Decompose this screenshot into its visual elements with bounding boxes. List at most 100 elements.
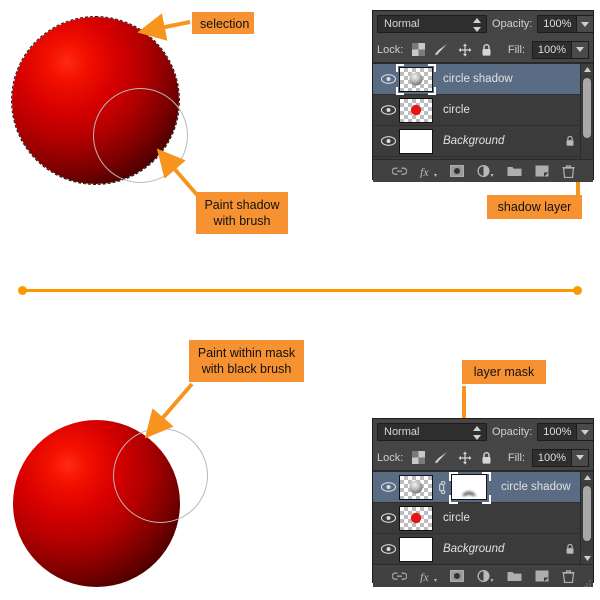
- trash-icon-bottom[interactable]: [562, 570, 575, 583]
- layers-list-bottom: circle shadow circle Background: [373, 472, 593, 564]
- callout-layer-mask: layer mask: [462, 360, 546, 384]
- tutorial-canvas: selection Paint shadow with brush shadow…: [0, 0, 600, 600]
- lock-label-top: Lock:: [377, 44, 403, 56]
- layer-name-circle-shadow-bottom: circle shadow: [501, 481, 571, 493]
- callout-shadow-layer: shadow layer: [487, 195, 582, 219]
- scroll-thumb-top[interactable]: [583, 78, 591, 138]
- eye-icon-background-bottom[interactable]: [377, 544, 399, 554]
- divider-bar: [22, 289, 578, 292]
- eye-icon-circle-bottom[interactable]: [377, 513, 399, 523]
- layer-name-circle-top: circle: [443, 104, 470, 116]
- layer-thumbnail-circle-shadow-bottom[interactable]: [399, 475, 433, 500]
- resize-grip-icon-bottom[interactable]: [584, 578, 591, 585]
- lock-fill-row-top: Lock: Fi: [373, 37, 593, 63]
- scroll-up-button-top[interactable]: [581, 64, 593, 75]
- padlock-icon-bottom[interactable]: [481, 451, 492, 465]
- brush-icon[interactable]: [434, 43, 449, 56]
- layer-row-circle-bottom[interactable]: circle: [373, 503, 593, 534]
- stepper-icon-top[interactable]: [473, 18, 481, 32]
- fill-dropdown-icon-bottom[interactable]: [572, 449, 589, 467]
- eye-icon-circle-shadow-bottom[interactable]: [377, 482, 399, 492]
- new-layer-icon-bottom[interactable]: [535, 570, 549, 582]
- callout-paint-within-mask: Paint within mask with black brush: [189, 340, 304, 382]
- layer-row-circle-shadow-bottom[interactable]: circle shadow: [373, 472, 593, 503]
- scroll-down-button-bottom[interactable]: [581, 553, 593, 564]
- brush-icon-bottom[interactable]: [434, 451, 449, 464]
- folder-icon-bottom[interactable]: [507, 570, 522, 582]
- trash-icon-top[interactable]: [562, 165, 575, 178]
- move-arrows-icon-bottom[interactable]: [458, 451, 472, 465]
- fx-icon-top[interactable]: fx: [420, 165, 437, 178]
- opacity-dropdown-icon-top[interactable]: [577, 15, 594, 33]
- lock-fill-row-bottom: Lock: Fi: [373, 445, 593, 471]
- blend-mode-select-top[interactable]: Normal: [377, 15, 487, 33]
- link-icon-top[interactable]: [392, 167, 407, 176]
- mask-link-icon-bottom[interactable]: [435, 481, 447, 494]
- fill-label-bottom: Fill:: [508, 452, 525, 464]
- blend-mode-select-bottom[interactable]: Normal: [377, 423, 487, 441]
- layer-mask-thumbnail-bottom[interactable]: [451, 474, 487, 500]
- scroll-thumb-bottom[interactable]: [583, 486, 591, 541]
- folder-icon-top[interactable]: [507, 165, 522, 177]
- panel-footer-top: fx: [373, 159, 593, 182]
- blend-mode-value-bottom: Normal: [384, 426, 419, 438]
- fill-input-bottom[interactable]: 100%: [532, 449, 572, 467]
- scroll-up-button-bottom[interactable]: [581, 472, 593, 483]
- layer-name-circle-shadow-top: circle shadow: [443, 73, 513, 85]
- adjustment-mask-icon-bottom[interactable]: [450, 570, 464, 582]
- move-arrows-icon[interactable]: [458, 43, 472, 57]
- layer-row-background-bottom[interactable]: Background: [373, 534, 593, 565]
- layer-name-circle-bottom: circle: [443, 512, 470, 524]
- eye-icon-circle-shadow-top[interactable]: [377, 74, 399, 84]
- opacity-label-top: Opacity:: [492, 18, 532, 30]
- layer-locked-icon-bottom: [565, 543, 575, 555]
- link-icon-bottom[interactable]: [392, 572, 407, 581]
- eye-icon-circle-top[interactable]: [377, 105, 399, 115]
- panel-footer-bottom: fx: [373, 564, 593, 587]
- layers-panel-top[interactable]: Normal Opacity: 100% Lock:: [372, 10, 594, 180]
- opacity-input-bottom[interactable]: 100%: [537, 423, 577, 441]
- blend-opacity-row-top: Normal Opacity: 100%: [373, 11, 593, 37]
- layers-panel-bottom[interactable]: Normal Opacity: 100% Lock:: [372, 418, 594, 583]
- brush-cursor-outline-top: [93, 88, 188, 183]
- blend-opacity-row-bottom: Normal Opacity: 100%: [373, 419, 593, 445]
- divider-dot-left: [18, 286, 27, 295]
- svg-text:fx: fx: [420, 165, 429, 178]
- svg-text:fx: fx: [420, 570, 429, 583]
- layer-row-background-top[interactable]: Background: [373, 126, 593, 157]
- callout-selection: selection: [192, 12, 254, 34]
- callout-paint-shadow: Paint shadow with brush: [196, 192, 288, 234]
- opacity-label-bottom: Opacity:: [492, 426, 532, 438]
- eye-icon-background-top[interactable]: [377, 136, 399, 146]
- layer-row-circle-top[interactable]: circle: [373, 95, 593, 126]
- lock-icons-top: [412, 43, 492, 57]
- brush-cursor-outline-bottom: [113, 428, 208, 523]
- padlock-icon[interactable]: [481, 43, 492, 57]
- layer-name-background-bottom: Background: [443, 543, 504, 555]
- fill-input-top[interactable]: 100%: [532, 41, 572, 59]
- section-divider: [18, 286, 582, 295]
- transparency-checker-icon-bottom[interactable]: [412, 451, 425, 464]
- layer-row-circle-shadow-top[interactable]: circle shadow: [373, 64, 593, 95]
- adjustment-layer-icon-top[interactable]: [477, 165, 494, 178]
- fx-icon-bottom[interactable]: fx: [420, 570, 437, 583]
- adjustment-layer-icon-bottom[interactable]: [477, 570, 494, 583]
- panel-header-bottom: Normal Opacity: 100% Lock:: [373, 419, 593, 472]
- opacity-dropdown-icon-bottom[interactable]: [577, 423, 594, 441]
- opacity-input-top[interactable]: 100%: [537, 15, 577, 33]
- new-layer-icon-top[interactable]: [535, 165, 549, 177]
- layer-thumbnail-circle-top[interactable]: [399, 98, 433, 123]
- lock-label-bottom: Lock:: [377, 452, 403, 464]
- layer-thumbnail-background-bottom[interactable]: [399, 537, 433, 562]
- transparency-checker-icon[interactable]: [412, 43, 425, 56]
- fill-dropdown-icon-top[interactable]: [572, 41, 589, 59]
- layer-thumbnail-circle-shadow-top[interactable]: [399, 67, 433, 92]
- layers-scrollbar-top[interactable]: [580, 64, 593, 159]
- divider-dot-right: [573, 286, 582, 295]
- lock-icons-bottom: [412, 451, 492, 465]
- layer-thumbnail-circle-bottom[interactable]: [399, 506, 433, 531]
- stepper-icon-bottom[interactable]: [473, 426, 481, 440]
- layers-scrollbar-bottom[interactable]: [580, 472, 593, 564]
- adjustment-mask-icon-top[interactable]: [450, 165, 464, 177]
- layer-thumbnail-background-top[interactable]: [399, 129, 433, 154]
